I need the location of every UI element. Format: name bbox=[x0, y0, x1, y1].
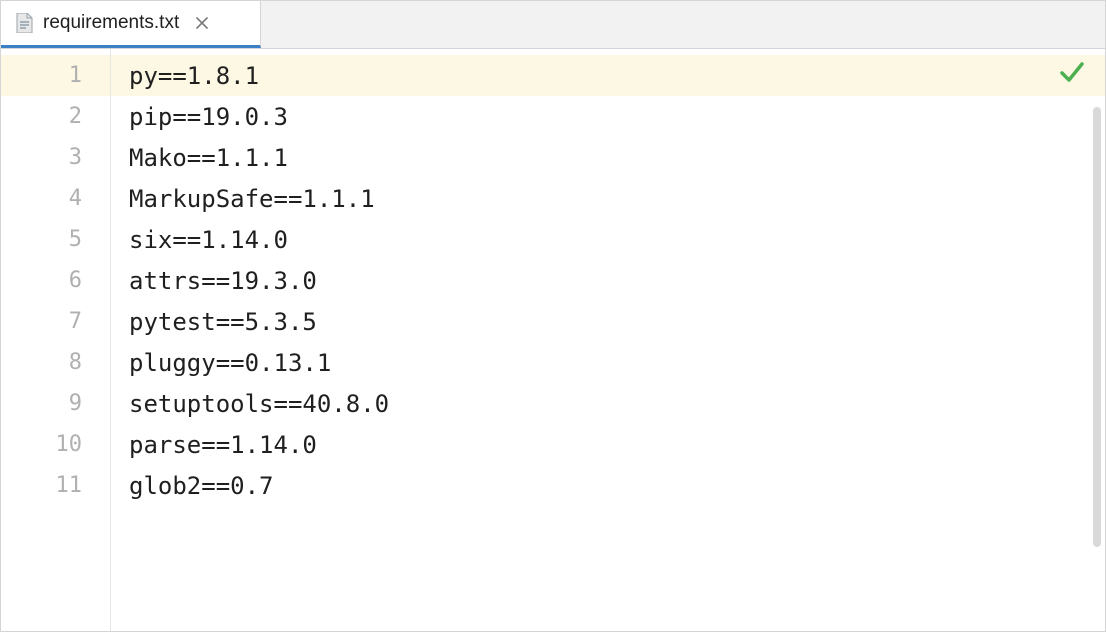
line-number[interactable]: 6 bbox=[1, 260, 110, 301]
close-icon[interactable] bbox=[195, 16, 209, 30]
line-number[interactable]: 4 bbox=[1, 178, 110, 219]
line-number[interactable]: 5 bbox=[1, 219, 110, 260]
analysis-ok-icon[interactable] bbox=[1059, 59, 1085, 85]
line-number[interactable]: 1 bbox=[1, 55, 110, 96]
code-line[interactable]: setuptools==40.8.0 bbox=[111, 383, 1105, 424]
textfile-icon bbox=[15, 13, 33, 33]
code-line[interactable]: six==1.14.0 bbox=[111, 219, 1105, 260]
code-line[interactable]: pip==19.0.3 bbox=[111, 96, 1105, 137]
scrollbar-thumb[interactable] bbox=[1093, 107, 1101, 547]
code-line[interactable]: pluggy==0.13.1 bbox=[111, 342, 1105, 383]
gutter: 1234567891011 bbox=[1, 49, 111, 631]
code-line[interactable]: MarkupSafe==1.1.1 bbox=[111, 178, 1105, 219]
code-line[interactable]: py==1.8.1 bbox=[111, 55, 1105, 96]
code-line[interactable]: attrs==19.3.0 bbox=[111, 260, 1105, 301]
tab-bar: requirements.txt bbox=[1, 1, 1105, 49]
editor: 1234567891011 py==1.8.1pip==19.0.3Mako==… bbox=[1, 49, 1105, 631]
code-area[interactable]: py==1.8.1pip==19.0.3Mako==1.1.1MarkupSaf… bbox=[111, 49, 1105, 631]
line-number[interactable]: 9 bbox=[1, 383, 110, 424]
code-line[interactable]: Mako==1.1.1 bbox=[111, 137, 1105, 178]
line-number[interactable]: 2 bbox=[1, 96, 110, 137]
line-number[interactable]: 8 bbox=[1, 342, 110, 383]
line-number[interactable]: 11 bbox=[1, 465, 110, 506]
code-line[interactable]: glob2==0.7 bbox=[111, 465, 1105, 506]
line-number[interactable]: 10 bbox=[1, 424, 110, 465]
tab-requirements[interactable]: requirements.txt bbox=[1, 1, 261, 48]
code-line[interactable]: pytest==5.3.5 bbox=[111, 301, 1105, 342]
line-number[interactable]: 3 bbox=[1, 137, 110, 178]
line-number[interactable]: 7 bbox=[1, 301, 110, 342]
tab-label: requirements.txt bbox=[43, 12, 179, 34]
code-line[interactable]: parse==1.14.0 bbox=[111, 424, 1105, 465]
